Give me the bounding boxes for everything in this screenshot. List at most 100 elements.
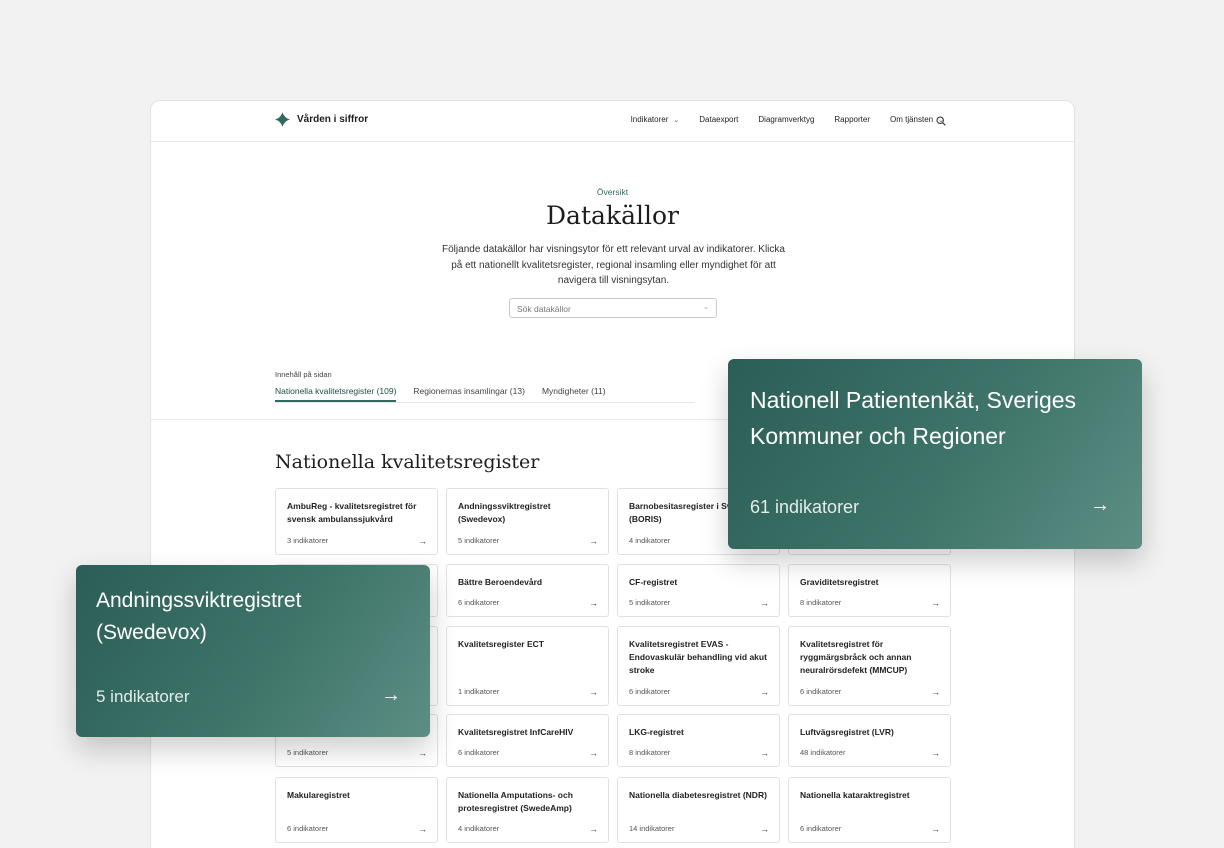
- card-cf-registret[interactable]: CF-registret 5 indikatorer →: [617, 564, 780, 617]
- highlight-card-swedevox[interactable]: Andningssviktregistret (Swedevox) 5 indi…: [76, 565, 430, 737]
- card-title: Nationella kataraktregistret: [800, 790, 910, 800]
- card-kvalitetsregister-ect[interactable]: Kvalitetsregister ECT 1 indikatorer →: [446, 626, 609, 706]
- arrow-right-icon: →: [760, 687, 769, 697]
- card-count: 6 indikatorer: [458, 748, 500, 757]
- toc-tabs: Nationella kvalitetsregister (109) Regio…: [275, 386, 606, 402]
- card-title: LKG-registret: [629, 727, 684, 737]
- card-title: Kvalitetsregistret för ryggmärgsbråck oc…: [800, 639, 912, 675]
- arrow-right-icon: →: [931, 748, 940, 758]
- card-count: 48 indikatorer: [800, 748, 846, 757]
- select-placeholder: Sök datakällor: [517, 304, 571, 314]
- chevron-down-icon: ⌄: [673, 116, 680, 124]
- arrow-right-icon: →: [931, 687, 940, 697]
- arrow-right-icon: →: [589, 748, 598, 758]
- nav-label: Om tjänsten: [889, 115, 934, 124]
- card-ambureg[interactable]: AmbuReg - kvalitetsregistret för svensk …: [275, 488, 438, 555]
- card-count: 8 indikatorer: [629, 748, 671, 757]
- highlight-card-title: Andningssviktregistret (Swedevox): [96, 589, 302, 644]
- datasource-search-select[interactable]: Sök datakällor ⌄: [509, 298, 717, 318]
- arrow-right-icon: →: [1090, 494, 1110, 516]
- card-title: Luftvägsregistret (LVR): [800, 727, 894, 737]
- card-infcarehiv[interactable]: Kvalitetsregistret InfCareHIV 6 indikato…: [446, 714, 609, 767]
- arrow-right-icon: →: [589, 598, 598, 608]
- card-title: Makularegistret: [287, 790, 350, 800]
- card-count: 5 indikatorer: [629, 598, 671, 607]
- card-count: 8 indikatorer: [800, 598, 842, 607]
- nav-label: Rapporter: [834, 115, 870, 124]
- nav-links: Indikatorer ⌄ Dataexport Diagramverktyg R…: [631, 115, 944, 124]
- card-title: Bättre Beroendevård: [458, 577, 543, 587]
- nav-label: Dataexport: [699, 115, 739, 124]
- card-count: 5 indikatorer: [458, 536, 500, 545]
- arrow-right-icon: →: [760, 824, 769, 834]
- card-lkg-registret[interactable]: LKG-registret 8 indikatorer →: [617, 714, 780, 767]
- card-graviditetsregistret[interactable]: Graviditetsregistret 8 indikatorer →: [788, 564, 951, 617]
- card-title: Andningssviktregistret (Swedevox): [458, 501, 551, 524]
- card-count: 6 indikatorer: [629, 687, 671, 696]
- search-icon[interactable]: [936, 116, 946, 126]
- arrow-right-icon: →: [931, 598, 940, 608]
- highlight-card-count: 61 indikatorer: [750, 497, 860, 517]
- card-title: Nationella diabetesregistret (NDR): [629, 790, 767, 800]
- card-title: Kvalitetsregistret InfCareHIV: [458, 727, 574, 737]
- nav-item-dataexport[interactable]: Dataexport: [699, 115, 738, 124]
- card-count: 6 indikatorer: [800, 687, 842, 696]
- arrow-right-icon: →: [589, 824, 598, 834]
- toc-label: Innehåll på sidan: [275, 370, 332, 379]
- card-makularegistret[interactable]: Makularegistret 6 indikatorer →: [275, 777, 438, 843]
- card-title: AmbuReg - kvalitetsregistret för svensk …: [287, 501, 417, 524]
- card-mmcup[interactable]: Kvalitetsregistret för ryggmärgsbråck oc…: [788, 626, 951, 706]
- arrow-right-icon: →: [418, 536, 427, 546]
- intro-text: Följande datakällor har visningsytor för…: [442, 244, 785, 286]
- arrow-right-icon: →: [760, 598, 769, 608]
- card-count: 6 indikatorer: [800, 824, 842, 833]
- nav-item-diagramverktyg[interactable]: Diagramverktyg: [758, 115, 814, 124]
- page-title: Datakällor: [546, 201, 679, 230]
- card-count: 4 indikatorer: [458, 824, 500, 833]
- card-swedeamp[interactable]: Nationella Amputations- och protesregist…: [446, 777, 609, 843]
- nav-item-indikatorer[interactable]: Indikatorer ⌄: [631, 115, 680, 124]
- card-evas[interactable]: Kvalitetsregistret EVAS - Endovaskulär b…: [617, 626, 780, 706]
- card-count: 6 indikatorer: [287, 824, 329, 833]
- tabs-divider: [275, 402, 695, 403]
- card-andningssviktregistret[interactable]: Andningssviktregistret (Swedevox) 5 indi…: [446, 488, 609, 555]
- card-battre-beroendevard[interactable]: Bättre Beroendevård 6 indikatorer →: [446, 564, 609, 617]
- top-navigation: Vården i siffror Indikatorer ⌄ Dataexport…: [151, 101, 1074, 142]
- card-count: 6 indikatorer: [458, 598, 500, 607]
- chevron-down-icon: ⌄: [703, 304, 709, 311]
- tab-nationella-kvalitetsregister[interactable]: Nationella kvalitetsregister (109): [275, 386, 397, 402]
- card-title: Kvalitetsregister ECT: [458, 639, 544, 649]
- card-ndr[interactable]: Nationella diabetesregistret (NDR) 14 in…: [617, 777, 780, 843]
- arrow-right-icon: →: [589, 687, 598, 697]
- arrow-right-icon: →: [418, 748, 427, 758]
- card-count: 3 indikatorer: [287, 536, 329, 545]
- nav-label: Indikatorer: [630, 115, 669, 124]
- arrow-right-icon: →: [589, 536, 598, 546]
- card-count: 14 indikatorer: [629, 824, 675, 833]
- eyebrow-label: Översikt: [596, 187, 629, 197]
- arrow-right-icon: →: [760, 748, 769, 758]
- section-title: Nationella kvalitetsregister: [275, 451, 540, 473]
- card-count: 5 indikatorer: [287, 748, 329, 757]
- tab-myndigheter[interactable]: Myndigheter (11): [542, 386, 606, 402]
- logo-text: Vården i siffror: [297, 114, 369, 125]
- card-title: CF-registret: [629, 577, 678, 587]
- card-count: 1 indikatorer: [458, 687, 500, 696]
- tab-regionernas-insamlingar[interactable]: Regionernas insamlingar (13): [413, 386, 525, 402]
- highlight-card-title: Nationell Patientenkät, Sveriges Kommune…: [750, 387, 1077, 449]
- card-title: Kvalitetsregistret EVAS - Endovaskulär b…: [629, 639, 767, 675]
- nav-label: Diagramverktyg: [758, 115, 815, 124]
- card-title: Nationella Amputations- och protesregist…: [458, 790, 573, 813]
- card-luftvagsregistret[interactable]: Luftvägsregistret (LVR) 48 indikatorer →: [788, 714, 951, 767]
- highlight-card-count: 5 indikatorer: [96, 687, 190, 706]
- card-count: 4 indikatorer: [629, 536, 671, 545]
- site-logo[interactable]: Vården i siffror: [275, 112, 368, 127]
- arrow-right-icon: →: [418, 824, 427, 834]
- highlight-card-patientenkat[interactable]: Nationell Patientenkät, Sveriges Kommune…: [728, 359, 1142, 549]
- logo-cross-icon: [275, 112, 290, 127]
- arrow-right-icon: →: [381, 684, 401, 706]
- card-title: Graviditetsregistret: [800, 577, 879, 587]
- nav-item-rapporter[interactable]: Rapporter: [834, 115, 870, 124]
- arrow-right-icon: →: [931, 824, 940, 834]
- card-kataraktregistret[interactable]: Nationella kataraktregistret 6 indikator…: [788, 777, 951, 843]
